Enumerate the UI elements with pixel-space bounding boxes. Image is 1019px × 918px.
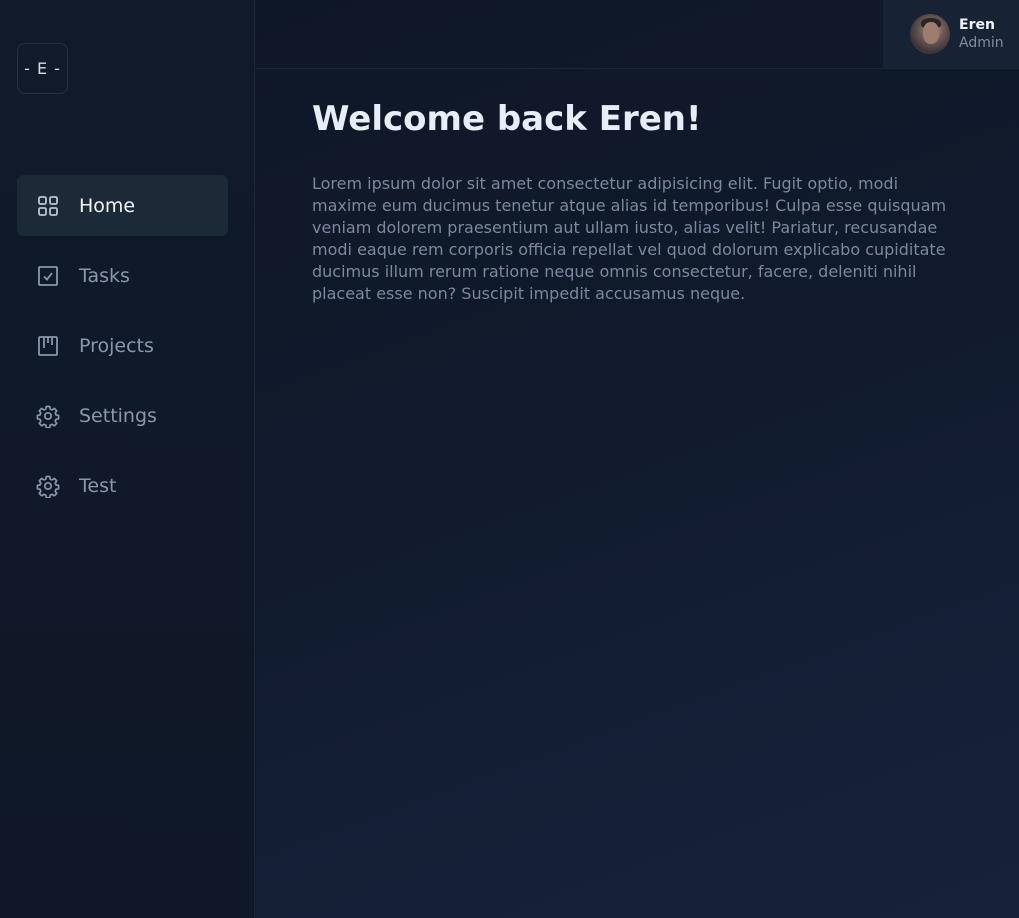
sidebar-item-projects[interactable]: Projects [17,315,228,376]
kanban-icon [36,334,60,358]
gear-icon [36,404,60,428]
checkbox-icon [36,264,60,288]
sidebar-item-label: Projects [79,334,154,357]
sidebar-item-tasks[interactable]: Tasks [17,245,228,306]
sidebar-nav: Home Tasks Projects Settings Test [17,175,228,525]
page-title: Welcome back Eren! [312,99,702,139]
user-menu[interactable]: Eren Admin [883,0,1019,68]
sidebar: - E - Home Tasks Projects Settings Test [0,0,255,918]
avatar [910,14,950,54]
user-name: Eren [959,17,995,33]
sidebar-item-label: Settings [79,404,157,427]
gear-icon [36,474,60,498]
sidebar-item-settings[interactable]: Settings [17,385,228,446]
user-role: Admin [959,35,1004,51]
grid-icon [36,194,60,218]
sidebar-item-label: Test [79,474,117,497]
user-info: Eren Admin [959,16,1004,52]
topbar: Eren Admin [255,0,1019,69]
sidebar-item-label: Tasks [79,264,130,287]
sidebar-item-test[interactable]: Test [17,455,228,516]
intro-paragraph: Lorem ipsum dolor sit amet consectetur a… [312,174,947,303]
main-content: Welcome back Eren! Lorem ipsum dolor sit… [312,95,952,305]
sidebar-item-label: Home [79,194,136,217]
sidebar-item-home[interactable]: Home [17,175,228,236]
logo[interactable]: - E - [17,43,68,94]
